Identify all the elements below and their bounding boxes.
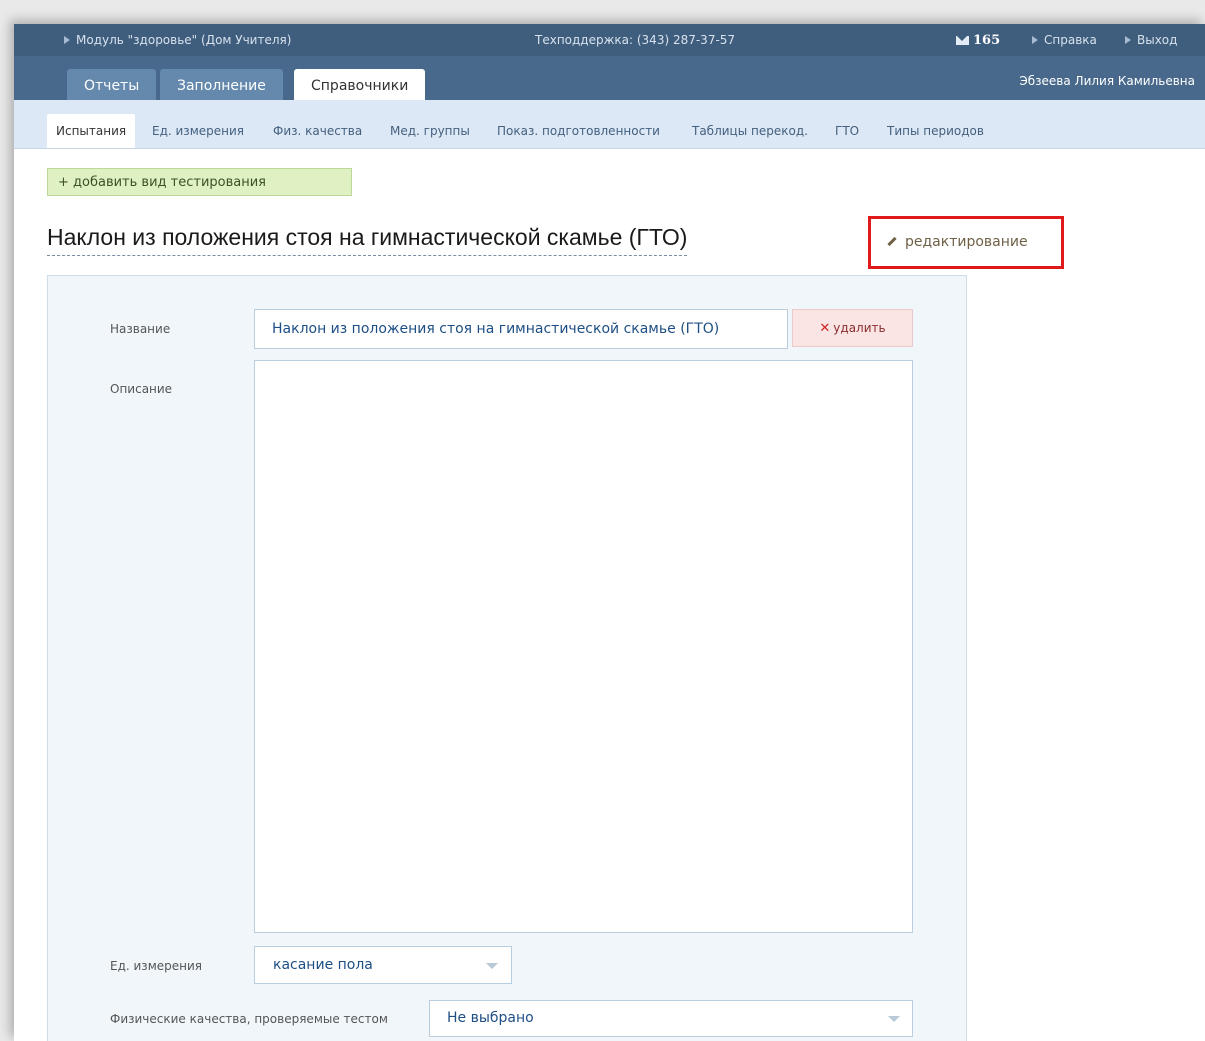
app-window: Модуль "здоровье" (Дом Учителя) Техподде… xyxy=(14,24,1205,1041)
logout-link[interactable]: Выход xyxy=(1125,33,1177,47)
sub-nav: Испытания Ед. измерения Физ. качества Ме… xyxy=(14,100,1205,149)
caret-down-icon xyxy=(888,1016,900,1022)
module-link[interactable]: Модуль "здоровье" (Дом Учителя) xyxy=(64,33,291,47)
subnav-item-units[interactable]: Ед. измерения xyxy=(143,114,253,148)
add-test-type-button[interactable]: + добавить вид тестирования xyxy=(47,168,352,196)
arrow-right-icon xyxy=(1032,36,1038,44)
delete-button[interactable]: ✕ удалить xyxy=(792,309,913,347)
messages-count: 165 xyxy=(973,33,1001,48)
description-textarea[interactable] xyxy=(254,360,913,933)
arrow-right-icon xyxy=(64,36,70,44)
subnav-item-med-groups[interactable]: Мед. группы xyxy=(381,114,479,148)
subnav-item-qualities[interactable]: Физ. качества xyxy=(264,114,371,148)
qualities-value: Не выбрано xyxy=(447,1010,534,1026)
page-title: Наклон из положения стоя на гимнастическ… xyxy=(47,224,688,256)
cross-icon: ✕ xyxy=(819,321,831,336)
qualities-select[interactable]: Не выбрано xyxy=(429,1000,913,1037)
user-name[interactable]: Эбзеева Лилия Камильевна xyxy=(1019,74,1195,88)
subnav-item-period-types[interactable]: Типы периодов xyxy=(878,114,993,148)
subnav-item-tests[interactable]: Испытания xyxy=(47,114,136,148)
name-label: Название xyxy=(110,322,171,336)
tab-filling[interactable]: Заполнение xyxy=(160,69,283,100)
description-label: Описание xyxy=(110,382,173,396)
unit-select[interactable]: касание пола xyxy=(254,946,512,984)
unit-value: касание пола xyxy=(273,957,373,973)
logout-label: Выход xyxy=(1137,33,1178,47)
main-tabs: Отчеты Заполнение Справочники Эбзеева Ли… xyxy=(14,56,1205,100)
messages-link[interactable]: 165 xyxy=(956,33,1000,48)
edit-label: редактирование xyxy=(905,234,1028,250)
subnav-item-tables[interactable]: Таблицы перекод. xyxy=(683,114,817,148)
delete-label: удалить xyxy=(833,321,886,335)
qualities-label: Физические качества, проверяемые тестом xyxy=(110,1012,388,1026)
top-bar: Модуль "здоровье" (Дом Учителя) Техподде… xyxy=(14,24,1205,56)
module-name: Модуль "здоровье" (Дом Учителя) xyxy=(76,33,292,47)
tab-reports[interactable]: Отчеты xyxy=(67,69,157,100)
edit-link[interactable]: редактирование xyxy=(868,216,1064,269)
subnav-item-gto[interactable]: ГТО xyxy=(826,114,868,148)
support-phone: Техподдержка: (343) 287-37-57 xyxy=(535,33,736,47)
pencil-icon xyxy=(887,236,897,247)
caret-down-icon xyxy=(486,963,498,969)
test-form: Название Наклон из положения стоя на гим… xyxy=(47,275,967,1041)
unit-label: Ед. измерения xyxy=(110,959,202,973)
subnav-item-indicators[interactable]: Показ. подготовленности xyxy=(488,114,669,148)
tab-directories[interactable]: Справочники xyxy=(294,69,426,100)
envelope-icon xyxy=(956,36,969,45)
arrow-right-icon xyxy=(1125,36,1131,44)
name-input[interactable]: Наклон из положения стоя на гимнастическ… xyxy=(254,309,788,349)
help-label: Справка xyxy=(1044,33,1097,47)
help-link[interactable]: Справка xyxy=(1032,33,1097,47)
